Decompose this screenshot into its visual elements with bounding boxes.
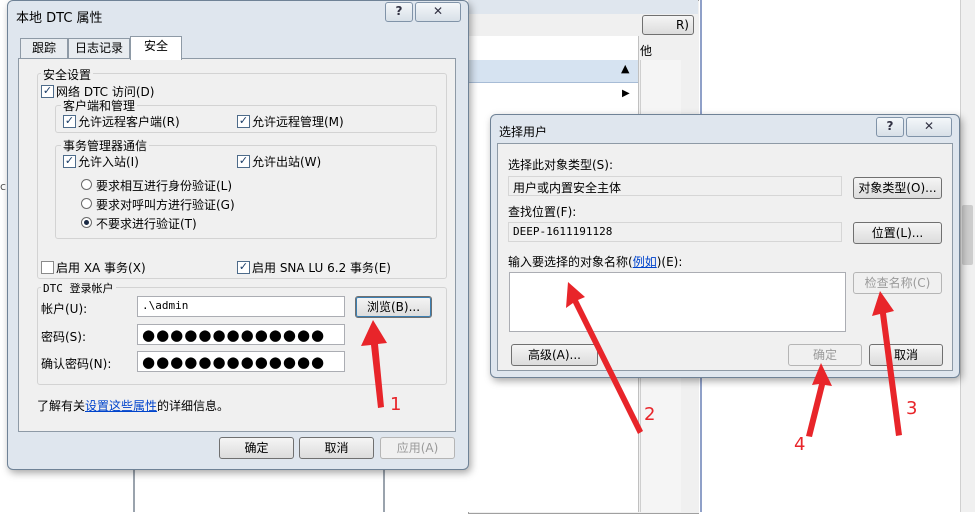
enter-names-prefix: 输入要选择的对象名称( [508, 255, 633, 269]
apply-button[interactable]: 应用(A) [380, 437, 455, 459]
locations-button[interactable]: 位置(L)... [853, 222, 942, 244]
check-names-button[interactable]: 检查名称(C) [853, 272, 942, 294]
security-tab-panel: 安全设置 ✓ 网络 DTC 访问(D) 客户端和管理 ✓ 允许远程客户端(R) … [18, 58, 456, 432]
allow-remote-clients-label: 允许远程客户端(R) [78, 115, 180, 129]
auth-incoming-label: 要求对呼叫方进行验证(G) [96, 198, 235, 212]
learn-more-prefix: 了解有关 [37, 399, 86, 413]
enter-names-label: 输入要选择的对象名称(例如)(E): [508, 253, 682, 270]
background-expand-icon[interactable]: ▶ [622, 88, 630, 99]
allow-inbound-checkbox[interactable]: ✓ [63, 155, 76, 168]
allow-remote-admin-label: 允许远程管理(M) [252, 115, 344, 129]
background-titlebar-strip [468, 0, 698, 14]
enable-sna-label: 启用 SNA LU 6.2 事务(E) [252, 261, 391, 275]
allow-remote-admin-checkbox[interactable]: ✓ [237, 115, 250, 128]
annotation-2: 2 [644, 404, 656, 425]
network-dtc-access-checkbox[interactable]: ✓ [41, 85, 54, 98]
location-value: DEEP-1611191128 [508, 222, 842, 242]
select-users-body: 选择此对象类型(S): 用户或内置安全主体 对象类型(O)... 查找位置(F)… [497, 143, 953, 371]
ok-button[interactable]: 确定 [219, 437, 294, 459]
background-partial-text: 他 [640, 44, 653, 58]
advanced-button[interactable]: 高级(A)... [511, 344, 598, 366]
account-label: 帐户(U): [41, 302, 88, 316]
password-label: 密码(S): [41, 330, 87, 344]
password-input[interactable]: ●●●●●●●●●●●●● [137, 324, 345, 345]
confirm-password-input[interactable]: ●●●●●●●●●●●●● [137, 351, 345, 372]
enable-sna-checkbox[interactable]: ✓ [237, 261, 250, 274]
account-input[interactable]: .\admin [137, 296, 345, 317]
enter-names-suffix: )(E): [656, 255, 683, 269]
tab-logging[interactable]: 日志记录 [68, 38, 130, 59]
auth-none-label: 不要求进行验证(T) [96, 217, 197, 231]
select-users-title: 选择用户 [499, 125, 548, 139]
select-users-help-button[interactable]: ? [876, 117, 904, 137]
annotation-3: 3 [906, 398, 918, 419]
dialog-title: 本地 DTC 属性 [16, 11, 103, 26]
background-scrollbar-thumb[interactable] [962, 205, 973, 265]
auth-mutual-radio[interactable] [81, 179, 92, 190]
auth-none-radio[interactable] [81, 217, 92, 228]
select-users-cancel-button[interactable]: 取消 [869, 344, 943, 366]
help-button[interactable]: ? [385, 2, 413, 22]
tm-communication-label: 事务管理器通信 [61, 137, 150, 154]
select-users-close-button[interactable]: ✕ [906, 117, 952, 137]
annotation-4: 4 [794, 434, 806, 455]
auth-incoming-radio[interactable] [81, 198, 92, 209]
object-type-value: 用户或内置安全主体 [508, 176, 842, 196]
background-left-edge-mark: c [0, 180, 7, 193]
learn-more-link[interactable]: 设置这些属性 [85, 399, 157, 413]
allow-inbound-label: 允许入站(I) [78, 155, 139, 169]
allow-outbound-label: 允许出站(W) [252, 155, 322, 169]
client-admin-label: 客户端和管理 [61, 97, 138, 114]
tab-tracing[interactable]: 跟踪 [20, 38, 68, 59]
allow-remote-clients-checkbox[interactable]: ✓ [63, 115, 76, 128]
close-button[interactable]: ✕ [415, 2, 461, 22]
object-types-button[interactable]: 对象类型(O)... [853, 177, 942, 199]
dtc-logon-label: DTC 登录帐户 [41, 280, 116, 296]
allow-outbound-checkbox[interactable]: ✓ [237, 155, 250, 168]
object-names-textarea[interactable] [509, 272, 846, 332]
background-line-2 [383, 470, 385, 512]
auth-mutual-label: 要求相互进行身份验证(L) [96, 179, 233, 193]
enable-xa-label: 启用 XA 事务(X) [56, 261, 146, 275]
select-users-dialog: 选择用户 ? ✕ 选择此对象类型(S): 用户或内置安全主体 对象类型(O)..… [490, 114, 960, 378]
background-collapse-icon[interactable]: ▲ [621, 62, 629, 75]
background-r-button[interactable]: R) [642, 15, 694, 35]
learn-more-text: 了解有关设置这些属性的详细信息。 [37, 397, 229, 414]
learn-more-suffix: 的详细信息。 [157, 399, 230, 413]
background-line-1 [133, 470, 135, 512]
enable-xa-checkbox[interactable] [41, 261, 54, 274]
cancel-button[interactable]: 取消 [299, 437, 374, 459]
location-label: 查找位置(F): [508, 205, 577, 219]
object-type-label: 选择此对象类型(S): [508, 158, 614, 172]
select-users-ok-button[interactable]: 确定 [788, 344, 862, 366]
confirm-password-label: 确认密码(N): [41, 357, 112, 371]
background-header-bar [468, 60, 638, 83]
browse-button[interactable]: 浏览(B)... [355, 296, 432, 318]
tab-security[interactable]: 安全 [130, 36, 182, 60]
examples-link[interactable]: 例如 [633, 255, 657, 269]
security-settings-label: 安全设置 [41, 66, 94, 83]
annotation-1: 1 [390, 394, 402, 415]
